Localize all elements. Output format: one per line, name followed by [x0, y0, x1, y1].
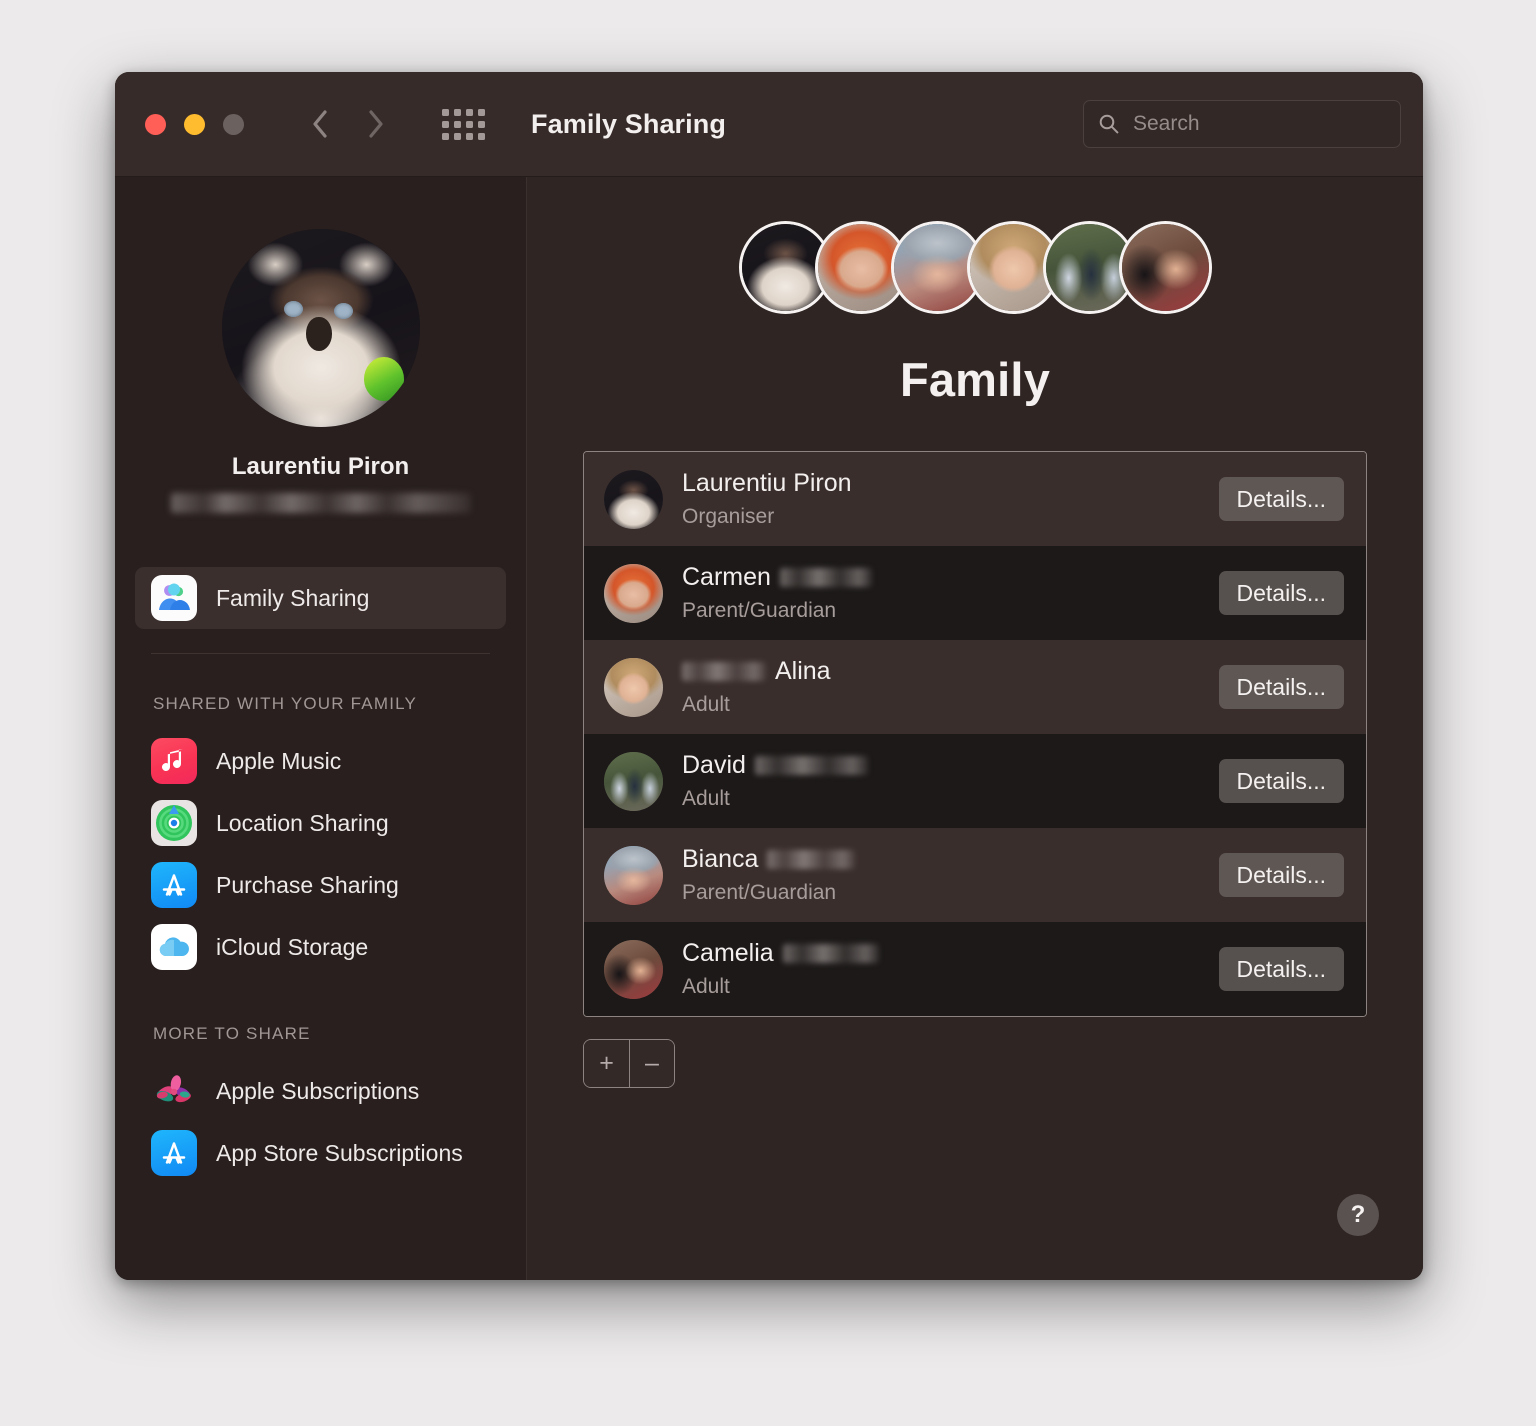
help-button[interactable]: ? — [1337, 1194, 1379, 1236]
avatar — [604, 751, 663, 811]
member-role: Parent/Guardian — [682, 881, 837, 904]
sidebar-item-label: Location Sharing — [216, 809, 389, 836]
member-surname-redacted — [767, 850, 856, 869]
sidebar-section-title-shared: SHARED WITH YOUR FAMILY — [153, 694, 418, 713]
avatar — [604, 563, 663, 623]
sidebar-item-family-sharing[interactable]: Family Sharing — [135, 567, 506, 629]
search-icon — [1099, 114, 1119, 134]
avatar — [604, 845, 663, 905]
add-member-button[interactable]: + — [584, 1040, 629, 1087]
sidebar-item-app-store-subscriptions[interactable]: App Store Subscriptions — [135, 1122, 506, 1184]
back-chevron-icon[interactable] — [306, 107, 334, 141]
table-row[interactable]: David Adult Details... — [584, 734, 1366, 828]
remove-member-button[interactable]: – — [629, 1040, 674, 1087]
sidebar-item-apple-music[interactable]: Apple Music — [135, 730, 506, 792]
find-my-icon — [151, 800, 197, 846]
member-surname-redacted — [779, 568, 872, 587]
sidebar-item-apple-subscriptions[interactable]: Apple Subscriptions — [135, 1060, 506, 1122]
sidebar-item-label: Apple Music — [216, 747, 342, 774]
member-name: Laurentiu Piron — [682, 469, 852, 497]
account-email-redacted — [170, 493, 471, 513]
window-titlebar: Family Sharing — [115, 72, 1423, 177]
minimize-window-button[interactable] — [184, 113, 205, 135]
table-row[interactable]: Laurentiu Piron Organiser Details... — [584, 452, 1366, 546]
member-role: Adult — [682, 693, 730, 716]
window-title: Family Sharing — [531, 108, 726, 139]
sidebar-item-label: App Store Subscriptions — [216, 1139, 463, 1166]
details-button[interactable]: Details... — [1218, 477, 1344, 521]
icloud-icon — [151, 924, 197, 970]
avatar — [604, 657, 663, 717]
navigation-buttons — [306, 107, 390, 141]
apple-subscriptions-icon — [151, 1068, 197, 1114]
close-window-button[interactable] — [145, 113, 166, 135]
app-store-icon — [151, 1130, 197, 1176]
table-row[interactable]: Bianca Parent/Guardian Details... — [584, 828, 1366, 922]
account-avatar[interactable] — [221, 229, 420, 427]
sidebar-item-label: Purchase Sharing — [216, 871, 399, 898]
main-pane: Family Laurentiu Piron Organiser Details… — [527, 177, 1423, 1280]
member-name: Alina — [775, 657, 831, 685]
sidebar-item-label: Apple Subscriptions — [216, 1077, 420, 1104]
sidebar-item-location-sharing[interactable]: Location Sharing — [135, 792, 506, 854]
avatar — [1118, 221, 1212, 314]
forward-chevron-icon[interactable] — [362, 107, 390, 141]
member-role: Adult — [682, 975, 730, 998]
member-name: Carmen — [682, 563, 771, 591]
member-role: Organiser — [682, 505, 775, 528]
search-input[interactable] — [1133, 112, 1386, 136]
system-preferences-window: Family Sharing Laurentiu Piron — [115, 72, 1423, 1280]
avatar — [604, 939, 663, 999]
member-surname-redacted — [682, 662, 766, 681]
details-button[interactable]: Details... — [1218, 571, 1344, 615]
member-surname-redacted — [782, 944, 879, 963]
traffic-light-buttons — [145, 113, 244, 135]
app-store-icon — [151, 862, 197, 908]
member-name: Camelia — [682, 939, 774, 967]
avatar — [604, 469, 663, 529]
zoom-window-button[interactable] — [223, 113, 244, 135]
member-role: Adult — [682, 787, 730, 810]
sidebar-item-purchase-sharing[interactable]: Purchase Sharing — [135, 854, 506, 916]
window-content: Laurentiu Piron Family Sharing SHARED WI… — [115, 177, 1423, 1280]
details-button[interactable]: Details... — [1218, 853, 1344, 897]
sidebar-item-label: Family Sharing — [216, 584, 370, 611]
table-row[interactable]: Alina Adult Details... — [584, 640, 1366, 734]
search-field[interactable] — [1083, 100, 1401, 148]
sidebar-section-title-more: MORE TO SHARE — [153, 1024, 311, 1043]
details-button[interactable]: Details... — [1218, 759, 1344, 803]
family-member-list: Laurentiu Piron Organiser Details... Car… — [583, 451, 1367, 1017]
page-title: Family — [899, 353, 1051, 406]
member-name: David — [682, 751, 746, 779]
add-remove-segmented-control: + – — [583, 1039, 675, 1088]
apple-music-icon — [151, 738, 197, 784]
table-row[interactable]: Camelia Adult Details... — [584, 922, 1366, 1016]
details-button[interactable]: Details... — [1218, 947, 1344, 991]
table-row[interactable]: Carmen Parent/Guardian Details... — [584, 546, 1366, 640]
member-role: Parent/Guardian — [682, 599, 837, 622]
sidebar: Laurentiu Piron Family Sharing SHARED WI… — [115, 177, 527, 1280]
member-name: Bianca — [682, 845, 759, 873]
sidebar-item-label: iCloud Storage — [216, 933, 369, 960]
details-button[interactable]: Details... — [1218, 665, 1344, 709]
family-sharing-icon — [151, 575, 197, 621]
sidebar-divider — [151, 653, 490, 654]
account-name: Laurentiu Piron — [231, 453, 410, 480]
sidebar-item-icloud-storage[interactable]: iCloud Storage — [135, 916, 506, 978]
member-surname-redacted — [754, 756, 868, 775]
family-avatar-cluster — [581, 221, 1369, 314]
show-all-grid-icon[interactable] — [442, 108, 485, 140]
